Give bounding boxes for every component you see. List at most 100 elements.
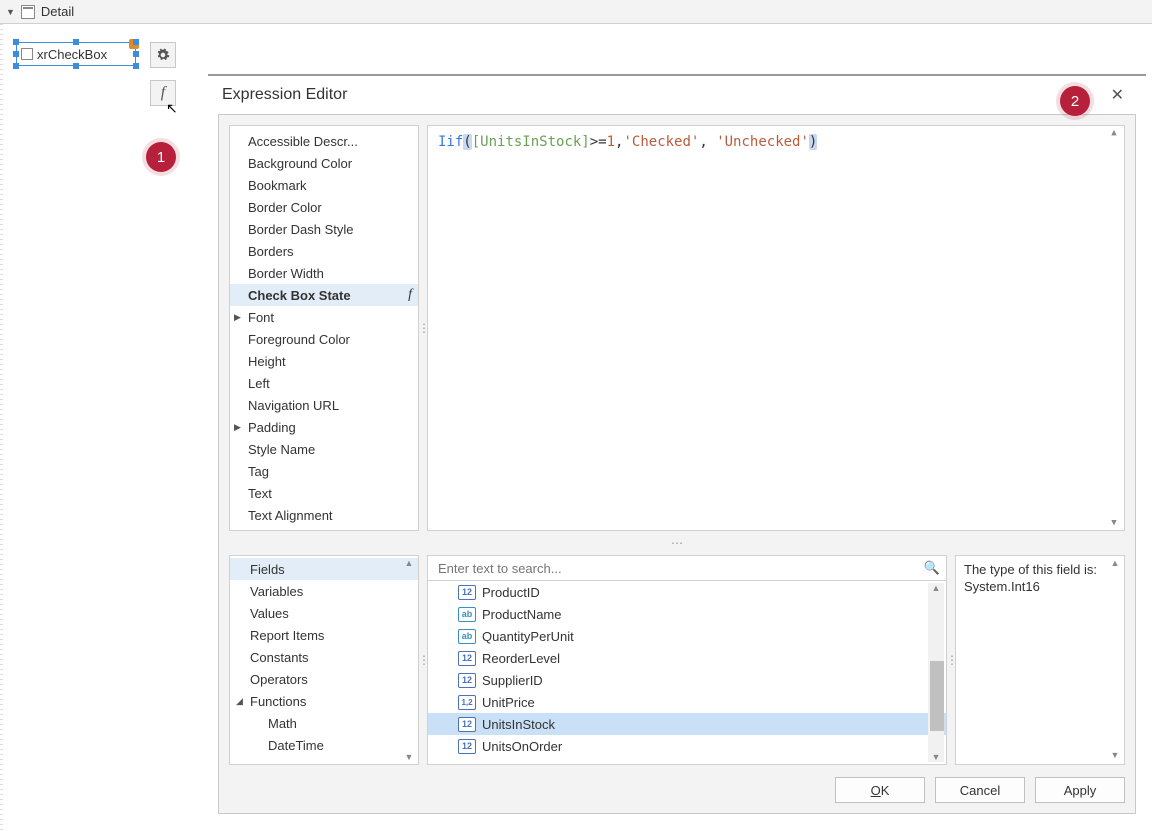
category-label: Report Items — [250, 628, 324, 643]
field-item[interactable]: 12ProductID — [428, 581, 946, 603]
category-item[interactable]: ◢ Functions — [230, 690, 418, 712]
xr-checkbox-control[interactable]: xrCheckBox — [16, 42, 136, 66]
vertical-splitter[interactable] — [419, 125, 427, 531]
expression-code-editor[interactable]: Iif([UnitsInStock]>=1,'Checked', 'Unchec… — [427, 125, 1125, 531]
resize-handle[interactable] — [13, 51, 19, 57]
collapse-arrow-icon[interactable]: ▼ — [6, 7, 15, 17]
property-item[interactable]: Top — [230, 526, 418, 531]
property-label: Border Color — [248, 200, 322, 215]
property-item[interactable]: ▶Font — [230, 306, 418, 328]
horizontal-splitter[interactable] — [229, 539, 1125, 547]
property-item[interactable]: Border Dash Style — [230, 218, 418, 240]
search-icon[interactable]: 🔍 — [924, 560, 940, 576]
cancel-button[interactable]: Cancel — [935, 777, 1025, 803]
scrollbar-thumb[interactable] — [930, 661, 944, 731]
property-label: Foreground Color — [248, 332, 350, 347]
vertical-splitter[interactable] — [947, 555, 955, 765]
category-item[interactable]: Operators — [230, 668, 418, 690]
property-item[interactable]: Border Width — [230, 262, 418, 284]
property-item[interactable]: ▶Padding — [230, 416, 418, 438]
fields-list-panel[interactable]: 12ProductIDabProductNameabQuantityPerUni… — [427, 581, 947, 765]
window-title: Expression Editor — [222, 86, 347, 104]
property-label: Text Alignment — [248, 508, 333, 523]
field-name: QuantityPerUnit — [482, 629, 574, 644]
property-item[interactable]: Bookmark — [230, 174, 418, 196]
ok-button[interactable]: OK — [835, 777, 925, 803]
field-name: SupplierID — [482, 673, 543, 688]
document-icon — [21, 5, 35, 19]
category-label: DateTime — [268, 738, 324, 753]
close-button[interactable]: ✕ — [1103, 81, 1132, 109]
property-item[interactable]: Borders — [230, 240, 418, 262]
property-item[interactable]: Style Name — [230, 438, 418, 460]
field-name: UnitsInStock — [482, 717, 555, 732]
expression-button[interactable]: f — [150, 80, 176, 106]
field-item[interactable]: 1,2UnitPrice — [428, 691, 946, 713]
property-item[interactable]: Foreground Color — [230, 328, 418, 350]
apply-button[interactable]: Apply — [1035, 777, 1125, 803]
property-label: Bookmark — [248, 178, 307, 193]
detail-title: Detail — [41, 4, 74, 19]
field-item[interactable]: 12UnitsOnOrder — [428, 735, 946, 757]
property-item[interactable]: Tag — [230, 460, 418, 482]
type-tag-icon: ab — [458, 607, 476, 622]
field-item[interactable]: 12UnitsInStock — [428, 713, 946, 735]
categories-panel[interactable]: FieldsVariablesValues Report Items Constan… — [229, 555, 419, 765]
property-item[interactable]: Check Box Statef — [230, 284, 418, 306]
property-label: Border Width — [248, 266, 324, 281]
expand-arrow-icon[interactable]: ▶ — [234, 312, 241, 323]
category-item[interactable]: Report Items — [230, 624, 418, 646]
property-item[interactable]: Text Alignment — [230, 504, 418, 526]
field-name: ReorderLevel — [482, 651, 560, 666]
category-item[interactable]: Math — [230, 712, 418, 734]
code-token: Iif — [438, 134, 463, 150]
category-label: Functions — [250, 694, 306, 709]
field-item[interactable]: 12SupplierID — [428, 669, 946, 691]
properties-panel[interactable]: Accessible Descr... Background Color Bookm… — [229, 125, 419, 531]
property-label: Background Color — [248, 156, 352, 171]
detail-band-header[interactable]: ▼ Detail — [0, 0, 1152, 24]
property-item[interactable]: Border Color — [230, 196, 418, 218]
scrollbar[interactable]: ▲▼ — [402, 558, 416, 762]
code-token: 1 — [607, 134, 615, 150]
field-item[interactable]: 12ReorderLevel — [428, 647, 946, 669]
property-label: Style Name — [248, 442, 315, 457]
expression-editor-titlebar: Expression Editor ✕ — [208, 76, 1146, 114]
field-item[interactable]: abProductName — [428, 603, 946, 625]
scrollbar[interactable]: ▲▼ — [1106, 128, 1122, 528]
resize-handle[interactable] — [13, 63, 19, 69]
property-item[interactable]: Navigation URL — [230, 394, 418, 416]
resize-handle[interactable] — [133, 51, 139, 57]
code-token: ) — [809, 134, 817, 150]
category-item[interactable]: Fields — [230, 558, 418, 580]
resize-handle[interactable] — [13, 39, 19, 45]
search-box[interactable]: 🔍 — [427, 555, 947, 581]
checkbox-label: xrCheckBox — [37, 47, 107, 62]
resize-handle[interactable] — [133, 63, 139, 69]
search-input[interactable] — [438, 561, 924, 576]
category-item[interactable]: Values — [230, 602, 418, 624]
property-item[interactable]: Height — [230, 350, 418, 372]
category-label: Math — [268, 716, 297, 731]
expand-arrow-icon[interactable]: ◢ — [236, 696, 243, 707]
property-item[interactable]: Left — [230, 372, 418, 394]
info-text: System.Int16 — [964, 579, 1116, 596]
expand-arrow-icon[interactable]: ▶ — [234, 422, 241, 433]
property-item[interactable]: Background Color — [230, 152, 418, 174]
resize-handle[interactable] — [133, 39, 139, 45]
category-item[interactable]: DateTime — [230, 734, 418, 756]
category-item[interactable]: Variables — [230, 580, 418, 602]
category-item[interactable]: Constants — [230, 646, 418, 668]
scrollbar[interactable]: ▲▼ — [1108, 558, 1122, 762]
property-label: Check Box State — [248, 288, 351, 303]
vertical-splitter[interactable] — [419, 555, 427, 765]
resize-handle[interactable] — [73, 39, 79, 45]
smart-tag-gear-button[interactable] — [150, 42, 176, 68]
property-item[interactable]: Text — [230, 482, 418, 504]
property-item[interactable]: Accessible Descr... — [230, 130, 418, 152]
property-label: Borders — [248, 244, 294, 259]
type-tag-icon: 1,2 — [458, 695, 476, 710]
field-item[interactable]: abQuantityPerUnit — [428, 625, 946, 647]
resize-handle[interactable] — [73, 63, 79, 69]
field-name: UnitsOnOrder — [482, 739, 562, 754]
